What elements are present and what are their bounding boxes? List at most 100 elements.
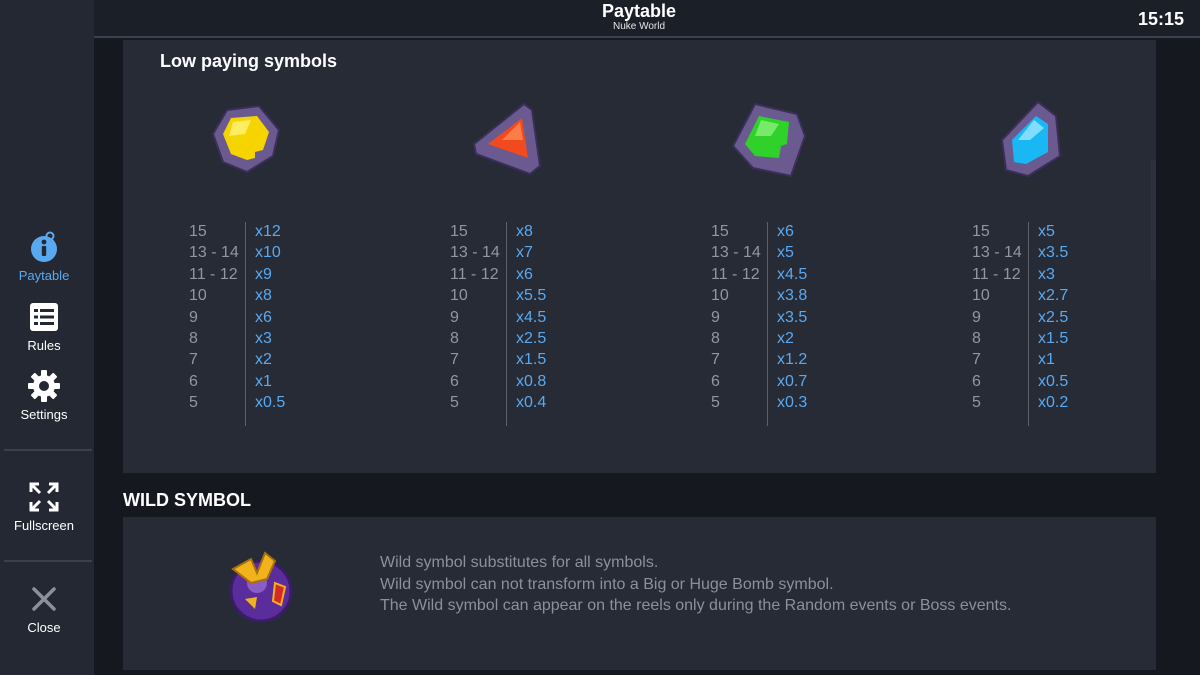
payout-multiplier: x0.8 bbox=[516, 372, 547, 390]
symbol-count: 9 bbox=[972, 308, 981, 326]
payout-multiplier: x5.5 bbox=[516, 287, 547, 305]
payout-multiplier: x0.5 bbox=[1038, 372, 1069, 390]
payout-multiplier: x0.5 bbox=[255, 394, 286, 412]
symbol-count: 15 bbox=[972, 223, 990, 240]
pay-row: 5 x0.3 bbox=[711, 392, 951, 413]
symbol-count: 5 bbox=[450, 394, 459, 412]
pay-row: 9 x6 bbox=[189, 307, 429, 328]
symbol-count: 6 bbox=[189, 372, 198, 390]
pay-row: 6 x1 bbox=[189, 371, 429, 392]
section-title: Low paying symbols bbox=[160, 51, 338, 71]
wild-line: Wild symbol substitutes for all symbols. bbox=[380, 554, 659, 571]
symbol-count: 11 - 12 bbox=[450, 265, 499, 283]
symbol-count: 10 bbox=[450, 287, 468, 305]
symbol-column: 15 x6 13 - 14 x5 11 - 12 x4.5 10 x3.8 9 x3.5 8 x2 7 x… bbox=[711, 100, 951, 430]
blue-gem-icon bbox=[990, 100, 1070, 180]
red-gem-icon bbox=[468, 100, 548, 180]
sidebar-item-rules[interactable]: Rules bbox=[0, 300, 88, 366]
pay-table: 15 x12 13 - 14 x10 11 - 12 x9 10 x8 9 x6 8 x3 7 x2 6 x1… bbox=[189, 221, 429, 414]
wild-line: The Wild symbol can appear on the reels … bbox=[380, 597, 1012, 614]
sidebar-item-label: Rules bbox=[27, 338, 61, 353]
sidebar-item-close[interactable]: Close bbox=[0, 582, 88, 648]
payout-multiplier: x1.5 bbox=[1038, 329, 1069, 347]
symbol-count: 10 bbox=[189, 287, 207, 305]
yellow-gem-icon bbox=[205, 100, 285, 180]
symbol-column: 15 x12 13 - 14 x10 11 - 12 x9 10 x8 9 x6 8 x3 7 x2 6 x1… bbox=[189, 100, 429, 430]
payout-multiplier: x6 bbox=[516, 265, 533, 283]
payout-multiplier: x8 bbox=[255, 287, 272, 305]
sidebar: Paytable Rules Settings Fullscreen Close bbox=[0, 0, 94, 675]
payout-multiplier: x0.4 bbox=[516, 394, 547, 412]
pay-row: 15 x8 bbox=[450, 221, 690, 242]
page-title: Paytable bbox=[601, 1, 677, 21]
pay-row: 8 x2 bbox=[711, 328, 951, 349]
symbol-count: 13 - 14 bbox=[189, 244, 239, 262]
sidebar-item-label: Paytable bbox=[18, 268, 70, 283]
pay-row: 10 x3.8 bbox=[711, 285, 951, 306]
pay-row: 6 x0.7 bbox=[711, 371, 951, 392]
payout-multiplier: x8 bbox=[516, 223, 533, 240]
symbol-count: 10 bbox=[972, 287, 990, 305]
sidebar-item-settings[interactable]: Settings bbox=[0, 369, 88, 435]
pay-row: 8 x3 bbox=[189, 328, 429, 349]
pay-table: 15 x8 13 - 14 x7 11 - 12 x6 10 x5.5 9 x4.5 8 x2.5 7 x… bbox=[450, 221, 690, 414]
sidebar-item-paytable[interactable]: Paytable bbox=[0, 230, 88, 296]
pay-row: 9 x4.5 bbox=[450, 307, 690, 328]
payout-multiplier: x0.3 bbox=[777, 394, 808, 412]
payout-multiplier: x7 bbox=[516, 244, 533, 262]
payout-multiplier: x0.2 bbox=[1038, 394, 1069, 412]
pay-row: 10 x2.7 bbox=[972, 285, 1200, 306]
symbol-count: 15 bbox=[189, 223, 207, 240]
payout-multiplier: x2 bbox=[777, 329, 794, 347]
sidebar-item-fullscreen[interactable]: Fullscreen bbox=[0, 480, 88, 546]
pay-row: 15 x5 bbox=[972, 221, 1200, 242]
pay-table: 15 x5 13 - 14 x3.5 11 - 12 x3 10 x2.7 9 x2.5 8 x1.5… bbox=[972, 221, 1200, 414]
symbol-count: 7 bbox=[972, 351, 981, 369]
symbol-count: 11 - 12 bbox=[189, 265, 238, 283]
payout-multiplier: x4.5 bbox=[516, 308, 547, 326]
pay-row: 5 x0.4 bbox=[450, 392, 690, 413]
payout-multiplier: x9 bbox=[255, 265, 272, 283]
payout-multiplier: x4.5 bbox=[777, 265, 808, 283]
gear-icon bbox=[27, 369, 61, 403]
payout-multiplier: x2.5 bbox=[516, 329, 547, 347]
game-name: Nuke World bbox=[612, 21, 666, 32]
wild-symbol-icon bbox=[211, 539, 301, 629]
list-icon bbox=[27, 300, 61, 334]
payout-multiplier: x5 bbox=[1038, 223, 1055, 240]
symbol-count: 9 bbox=[711, 308, 720, 326]
pay-row: 11 - 12 x4.5 bbox=[711, 264, 951, 285]
fullscreen-icon bbox=[27, 480, 61, 514]
pay-row: 15 x6 bbox=[711, 221, 951, 242]
symbol-count: 5 bbox=[972, 394, 981, 412]
pay-row: 7 x1 bbox=[972, 349, 1200, 370]
payout-multiplier: x3 bbox=[255, 329, 272, 347]
symbol-count: 15 bbox=[450, 223, 468, 240]
pay-row: 15 x12 bbox=[189, 221, 429, 242]
symbol-column: 15 x8 13 - 14 x7 11 - 12 x6 10 x5.5 9 x4.5 8 x2.5 7 x… bbox=[450, 100, 690, 430]
pay-row: 13 - 14 x3.5 bbox=[972, 242, 1200, 263]
payout-multiplier: x10 bbox=[255, 244, 281, 262]
symbol-count: 8 bbox=[972, 329, 981, 347]
symbol-count: 11 - 12 bbox=[711, 265, 760, 283]
pay-row: 9 x2.5 bbox=[972, 307, 1200, 328]
pay-row: 11 - 12 x6 bbox=[450, 264, 690, 285]
clock: 15:15 bbox=[1137, 9, 1184, 29]
pay-row: 7 x2 bbox=[189, 349, 429, 370]
payout-multiplier: x1.5 bbox=[516, 351, 547, 369]
pay-row: 13 - 14 x5 bbox=[711, 242, 951, 263]
pay-row: 5 x0.2 bbox=[972, 392, 1200, 413]
symbol-count: 7 bbox=[450, 351, 459, 369]
payout-multiplier: x1 bbox=[1038, 351, 1055, 369]
pay-row: 13 - 14 x7 bbox=[450, 242, 690, 263]
pay-row: 7 x1.5 bbox=[450, 349, 690, 370]
payout-multiplier: x6 bbox=[777, 223, 794, 240]
symbol-count: 8 bbox=[711, 329, 720, 347]
symbol-count: 9 bbox=[189, 308, 198, 326]
symbol-count: 13 - 14 bbox=[711, 244, 761, 262]
payout-multiplier: x2.5 bbox=[1038, 308, 1069, 326]
payout-multiplier: x1.2 bbox=[777, 351, 808, 369]
section-title: WILD SYMBOL bbox=[123, 490, 251, 510]
scrollbar[interactable] bbox=[1151, 160, 1156, 280]
info-bubble-icon bbox=[27, 230, 61, 264]
